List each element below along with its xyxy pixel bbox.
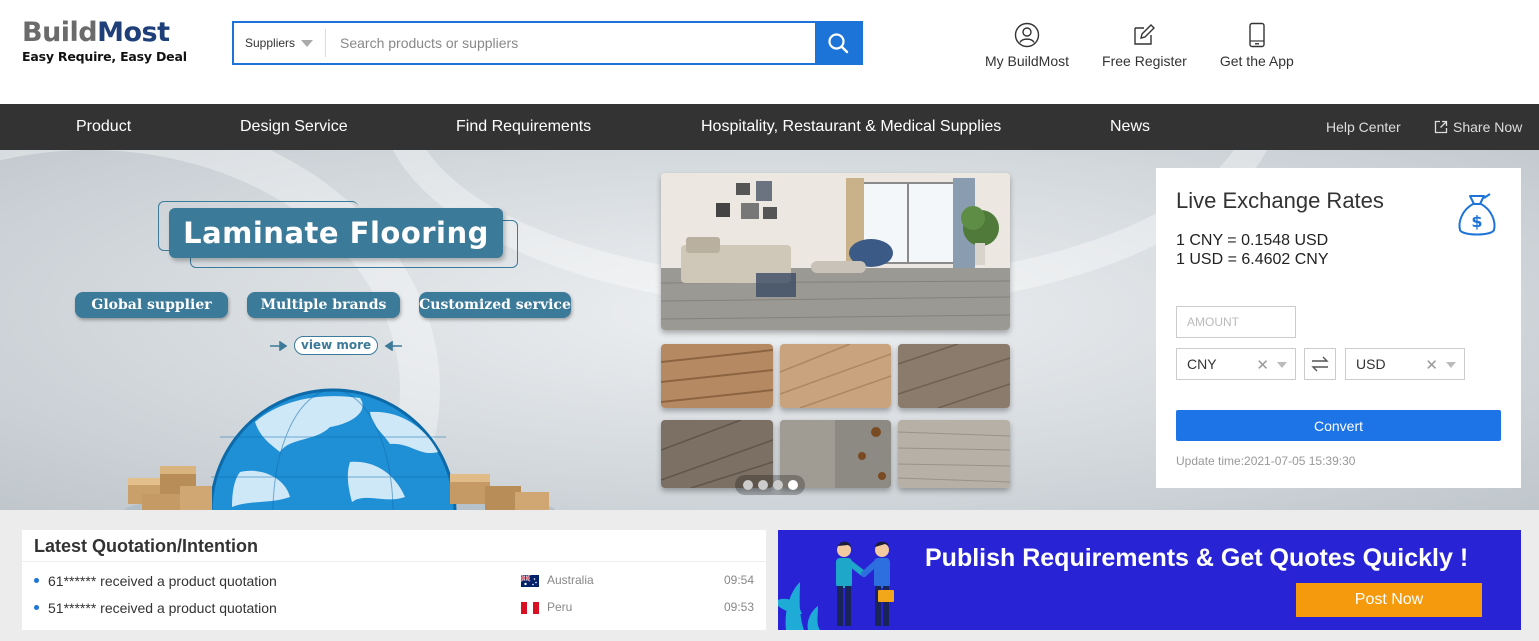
nav-item-product[interactable]: Product — [76, 104, 131, 150]
money-bag-icon: $ — [1458, 193, 1496, 236]
wood-texture-image — [780, 344, 891, 408]
globe-illustration — [125, 388, 555, 510]
banner-tag-global-supplier: Global supplier — [75, 292, 228, 318]
carousel-dot-4[interactable] — [787, 480, 798, 490]
chevron-down-icon — [1277, 362, 1287, 368]
exchange-title: Live Exchange Rates — [1176, 188, 1384, 213]
flooring-sample-1 — [661, 344, 773, 408]
arrow-left-icon — [384, 340, 403, 351]
banner-title: Laminate Flooring — [183, 216, 489, 250]
view-more-link[interactable]: view more — [270, 336, 403, 355]
arrow-right-icon — [270, 340, 288, 351]
search-category-label: Suppliers — [245, 36, 296, 50]
to-currency-select[interactable]: USD ✕ — [1345, 348, 1465, 380]
exchange-rate-usd-cny: 1 USD = 6.4602 CNY — [1176, 251, 1329, 268]
my-buildmost-link[interactable]: My BuildMost — [985, 22, 1069, 69]
update-time: Update time:2021-07-05 15:39:30 — [1176, 454, 1356, 468]
flooring-sample-2 — [780, 344, 891, 408]
from-currency-select[interactable]: CNY ✕ — [1176, 348, 1296, 380]
share-icon — [1434, 120, 1448, 134]
get-the-app-label: Get the App — [1219, 53, 1294, 69]
quotation-country: Peru — [547, 600, 573, 614]
banner-tag-customized-service: Customized service — [419, 292, 571, 318]
search-icon — [828, 33, 849, 54]
svg-text:$: $ — [1471, 212, 1482, 231]
logo-tagline: Easy Require, Easy Deal — [22, 49, 187, 64]
search-button[interactable] — [815, 23, 861, 63]
to-currency-value: USD — [1356, 356, 1386, 372]
nav-item-news[interactable]: News — [1110, 104, 1150, 150]
share-now-label: Share Now — [1453, 119, 1523, 135]
banner-tag-multiple-brands: Multiple brands — [247, 292, 400, 318]
carousel-dots — [735, 475, 805, 495]
list-item[interactable]: 61****** received a product quotation Au… — [34, 570, 754, 592]
free-register-link[interactable]: Free Register — [1102, 22, 1187, 69]
swap-icon — [1311, 356, 1329, 372]
wood-texture-image — [661, 344, 773, 408]
get-the-app-link[interactable]: Get the App — [1220, 22, 1294, 69]
chevron-down-icon — [301, 39, 314, 47]
amount-input[interactable] — [1176, 306, 1296, 338]
clear-icon[interactable]: ✕ — [1425, 356, 1438, 374]
quotation-text: 61****** received a product quotation — [48, 573, 277, 589]
exchange-rates-panel: Live Exchange Rates $ 1 CNY = 0.1548 USD… — [1156, 168, 1521, 488]
free-register-label: Free Register — [1102, 53, 1187, 69]
quotation-time: 09:53 — [723, 600, 754, 614]
australia-flag-icon — [521, 575, 539, 587]
post-now-button[interactable]: Post Now — [1296, 583, 1482, 617]
from-currency-value: CNY — [1187, 356, 1217, 372]
header-links: My BuildMost Free Register Get the App — [985, 22, 1327, 69]
search-bar: Suppliers — [232, 21, 863, 65]
carousel-dot-2[interactable] — [757, 480, 768, 490]
share-now-link[interactable]: Share Now — [1434, 104, 1522, 150]
quotation-country: Australia — [547, 573, 594, 587]
latest-quotations-panel: Latest Quotation/Intention 61****** rece… — [22, 530, 766, 630]
list-item[interactable]: 51****** received a product quotation Pe… — [34, 597, 754, 619]
peru-flag-icon — [521, 602, 539, 614]
user-icon — [1014, 22, 1040, 48]
exchange-rate-cny-usd: 1 CNY = 0.1548 USD — [1176, 232, 1329, 249]
carousel-dot-3[interactable] — [772, 480, 783, 490]
wood-texture-image — [898, 420, 1010, 488]
bullet — [34, 578, 39, 583]
flooring-sample-6 — [898, 420, 1010, 488]
logo[interactable]: BuildMost Easy Require, Easy Deal — [22, 18, 187, 65]
wood-texture-image — [898, 344, 1010, 408]
banner-room-photo — [661, 173, 1010, 330]
room-image — [661, 173, 1010, 330]
edit-icon — [1134, 24, 1156, 45]
site-header: BuildMost Easy Require, Easy Deal Suppli… — [0, 0, 1539, 104]
swap-currency-button[interactable] — [1304, 348, 1336, 380]
search-category-select[interactable]: Suppliers — [234, 29, 326, 57]
divider — [22, 561, 766, 562]
chevron-down-icon — [1446, 362, 1456, 368]
phone-icon — [1249, 22, 1265, 48]
quotation-text: 51****** received a product quotation — [48, 600, 277, 616]
main-nav: Product Design Service Find Requirements… — [0, 104, 1539, 150]
quotations-title: Latest Quotation/Intention — [34, 536, 258, 556]
convert-button[interactable]: Convert — [1176, 410, 1501, 441]
logo-name-part2: Most — [97, 17, 170, 48]
logo-name-part1: Build — [22, 17, 98, 48]
nav-item-find-requirements[interactable]: Find Requirements — [456, 104, 591, 150]
flooring-sample-3 — [898, 344, 1010, 408]
quotation-time: 09:54 — [723, 573, 754, 587]
search-input[interactable] — [326, 23, 815, 63]
carousel-dot-1[interactable] — [742, 480, 753, 490]
banner-title-box: Laminate Flooring — [169, 208, 503, 258]
handshake-illustration — [778, 541, 894, 630]
logo-name: BuildMost — [22, 18, 187, 48]
publish-requirements-banner[interactable]: Publish Requirements & Get Quotes Quickl… — [778, 530, 1521, 630]
my-buildmost-label: My BuildMost — [985, 53, 1070, 69]
help-center-link[interactable]: Help Center — [1326, 104, 1401, 150]
nav-item-hospitality[interactable]: Hospitality, Restaurant & Medical Suppli… — [701, 104, 1001, 150]
bullet — [34, 605, 39, 610]
publish-title: Publish Requirements & Get Quotes Quickl… — [925, 544, 1469, 572]
clear-icon[interactable]: ✕ — [1256, 356, 1269, 374]
nav-item-design-service[interactable]: Design Service — [240, 104, 348, 150]
view-more-label: view more — [294, 336, 379, 355]
